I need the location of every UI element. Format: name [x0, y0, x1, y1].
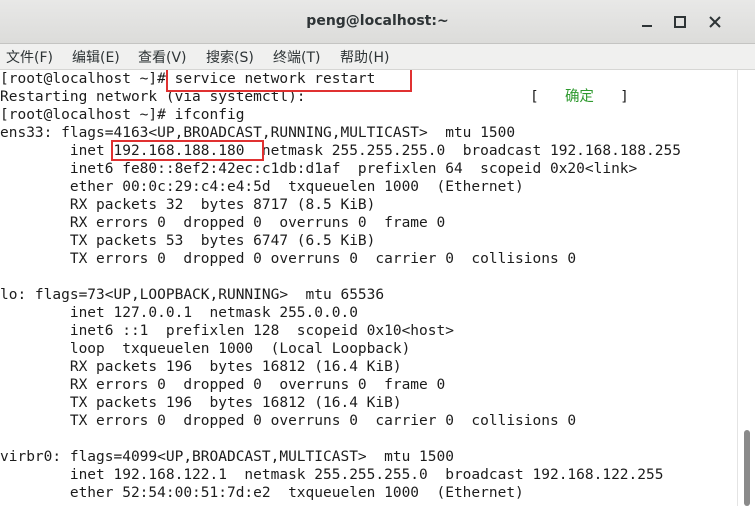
- scrollbar-thumb[interactable]: [744, 430, 750, 506]
- terminal-line: ether 00:0c:29:c4:e4:5d txqueuelen 1000 …: [0, 179, 524, 195]
- prompt: [root@localhost ~]#: [0, 71, 175, 87]
- command-highlight-box: [166, 70, 412, 92]
- terminal-line: inet 192.168.122.1 netmask 255.255.255.0…: [0, 467, 664, 483]
- menu-terminal[interactable]: 终端(T): [273, 47, 320, 67]
- terminal-line: RX packets 196 bytes 16812 (16.4 KiB): [0, 359, 402, 375]
- minimize-icon[interactable]: [638, 13, 656, 31]
- terminal-output[interactable]: [root@localhost ~]# service network rest…: [0, 70, 737, 506]
- terminal-line: inet6 fe80::8ef2:42ec:c1db:d1af prefixle…: [0, 161, 638, 177]
- terminal-line: inet6 ::1 prefixlen 128 scopeid 0x10<hos…: [0, 323, 454, 339]
- terminal-line: loop txqueuelen 1000 (Local Loopback): [0, 341, 411, 357]
- scrollbar[interactable]: [737, 70, 755, 506]
- terminal-line: inet 192.168.188.180 netmask 255.255.255…: [0, 142, 681, 160]
- menu-search[interactable]: 搜索(S): [206, 47, 254, 67]
- terminal-line: RX errors 0 dropped 0 overruns 0 frame 0: [0, 215, 446, 231]
- terminal-line: [root@localhost ~]# ifconfig: [0, 107, 245, 123]
- terminal-line: RX errors 0 dropped 0 overruns 0 frame 0: [0, 377, 446, 393]
- terminal-line: virbr0: flags=4099<UP,BROADCAST,MULTICAS…: [0, 449, 454, 465]
- inet-rest: netmask 255.255.255.0 broadcast 192.168.…: [244, 143, 681, 159]
- menu-help[interactable]: 帮助(H): [340, 47, 389, 67]
- ip-highlight-box: [111, 140, 264, 161]
- title-bar: peng@localhost:~: [0, 0, 755, 44]
- close-icon[interactable]: [706, 13, 724, 31]
- ok-bracket-close: ]: [620, 89, 629, 105]
- terminal-line: TX packets 53 bytes 6747 (6.5 KiB): [0, 233, 376, 249]
- inet-label: inet: [0, 143, 114, 159]
- terminal-line: ether 52:54:00:51:7d:e2 txqueuelen 1000 …: [0, 485, 524, 501]
- maximize-icon[interactable]: [671, 13, 689, 31]
- menu-bar: 文件(F) 编辑(E) 查看(V) 搜索(S) 终端(T) 帮助(H): [0, 44, 755, 70]
- terminal-line: RX packets 32 bytes 8717 (8.5 KiB): [0, 197, 376, 213]
- menu-edit[interactable]: 编辑(E): [72, 47, 120, 67]
- terminal-line: TX errors 0 dropped 0 overruns 0 carrier…: [0, 413, 577, 429]
- menu-view[interactable]: 查看(V): [138, 47, 187, 67]
- ok-bracket-open: [: [530, 89, 539, 105]
- menu-file[interactable]: 文件(F): [6, 47, 53, 67]
- terminal-line: inet 127.0.0.1 netmask 255.0.0.0: [0, 305, 358, 321]
- terminal-line: lo: flags=73<UP,LOOPBACK,RUNNING> mtu 65…: [0, 287, 385, 303]
- terminal-line: TX packets 196 bytes 16812 (16.4 KiB): [0, 395, 402, 411]
- terminal-line: TX errors 0 dropped 0 overruns 0 carrier…: [0, 251, 577, 267]
- ok-text: 确定: [564, 89, 594, 105]
- ok-status: [ 确定 ]: [530, 88, 629, 106]
